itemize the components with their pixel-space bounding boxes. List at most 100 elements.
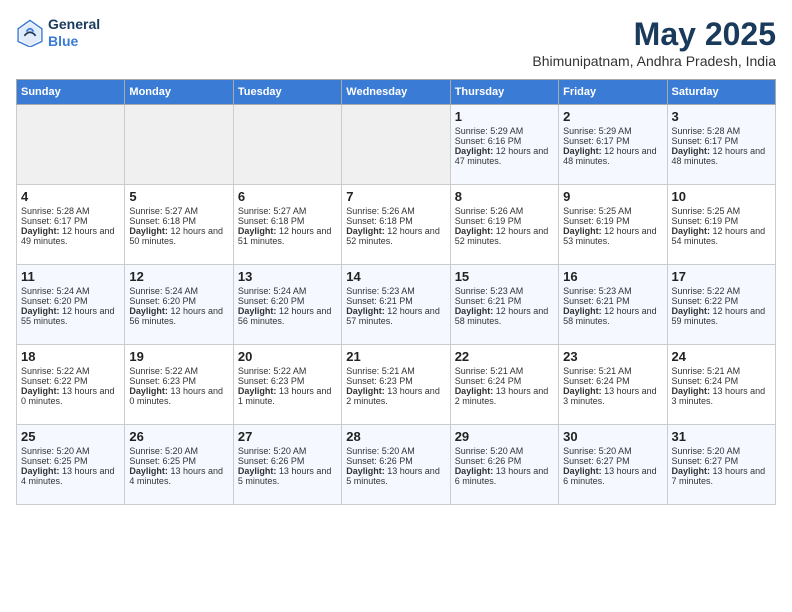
weekday-header-tuesday: Tuesday	[233, 80, 341, 105]
day-number: 10	[672, 189, 771, 204]
sunrise-text: Sunrise: 5:25 AM	[563, 206, 662, 216]
day-number: 22	[455, 349, 554, 364]
weekday-header-thursday: Thursday	[450, 80, 558, 105]
calendar-cell: 4 Sunrise: 5:28 AMSunset: 6:17 PMDaylight…	[17, 185, 125, 265]
day-number: 1	[455, 109, 554, 124]
sunrise-text: Sunrise: 5:20 AM	[21, 446, 120, 456]
sunrise-text: Sunrise: 5:25 AM	[672, 206, 771, 216]
calendar-cell: 2Sunrise: 5:29 AMSunset: 6:17 PMDaylight…	[559, 105, 667, 185]
calendar-cell	[17, 105, 125, 185]
day-number: 14	[346, 269, 445, 284]
sunset-text: Sunset: 6:17 PM	[672, 136, 771, 146]
weekday-header-wednesday: Wednesday	[342, 80, 450, 105]
day-number: 9	[563, 189, 662, 204]
daylight-text: Daylight: 13 hours and 4 minutes.	[129, 466, 228, 486]
sunset-text: Sunset: 6:19 PM	[672, 216, 771, 226]
daylight-text: Daylight: 13 hours and 7 minutes.	[672, 466, 771, 486]
day-number: 4	[21, 189, 120, 204]
daylight-text: Daylight: 12 hours and 56 minutes.	[238, 306, 337, 326]
sunset-text: Sunset: 6:26 PM	[346, 456, 445, 466]
logo-blue: Blue	[48, 33, 100, 50]
calendar-cell: 19 Sunrise: 5:22 AMSunset: 6:23 PMDayligh…	[125, 345, 233, 425]
calendar-cell: 3 Sunrise: 5:28 AMSunset: 6:17 PMDaylight…	[667, 105, 775, 185]
daylight-text: Daylight: 12 hours and 51 minutes.	[238, 226, 337, 246]
sunset-text: Sunset: 6:25 PM	[129, 456, 228, 466]
daylight-text: Daylight: 12 hours and 49 minutes.	[21, 226, 120, 246]
sunrise-text: Sunrise: 5:23 AM	[455, 286, 554, 296]
calendar-cell: 20Sunrise: 5:22 AMSunset: 6:23 PMDayligh…	[233, 345, 341, 425]
daylight-text: Daylight: 12 hours and 55 minutes.	[21, 306, 120, 326]
weekday-header-friday: Friday	[559, 80, 667, 105]
sunrise-text: Sunrise: 5:20 AM	[346, 446, 445, 456]
sunset-text: Sunset: 6:25 PM	[21, 456, 120, 466]
sunrise-text: Sunrise: 5:27 AM	[129, 206, 228, 216]
sunset-text: Sunset: 6:21 PM	[455, 296, 554, 306]
calendar-cell: 25Sunrise: 5:20 AMSunset: 6:25 PMDayligh…	[17, 425, 125, 505]
calendar-cell	[125, 105, 233, 185]
day-number: 28	[346, 429, 445, 444]
sunrise-text: Sunrise: 5:21 AM	[346, 366, 445, 376]
sunrise-text: Sunrise: 5:27 AM	[238, 206, 337, 216]
day-number: 26	[129, 429, 228, 444]
sunset-text: Sunset: 6:26 PM	[238, 456, 337, 466]
daylight-text: Daylight: 12 hours and 59 minutes.	[672, 306, 771, 326]
daylight-text: Daylight: 12 hours and 57 minutes.	[346, 306, 445, 326]
daylight-text: Daylight: 13 hours and 4 minutes.	[21, 466, 120, 486]
sunrise-text: Sunrise: 5:28 AM	[21, 206, 120, 216]
calendar-cell: 21Sunrise: 5:21 AMSunset: 6:23 PMDayligh…	[342, 345, 450, 425]
calendar-cell: 5Sunrise: 5:27 AMSunset: 6:18 PMDaylight…	[125, 185, 233, 265]
calendar-cell: 22Sunrise: 5:21 AMSunset: 6:24 PMDayligh…	[450, 345, 558, 425]
daylight-text: Daylight: 13 hours and 6 minutes.	[563, 466, 662, 486]
day-number: 23	[563, 349, 662, 364]
sunrise-text: Sunrise: 5:21 AM	[563, 366, 662, 376]
sunset-text: Sunset: 6:27 PM	[563, 456, 662, 466]
calendar-cell: 7Sunrise: 5:26 AMSunset: 6:18 PMDaylight…	[342, 185, 450, 265]
day-number: 3	[672, 109, 771, 124]
calendar-cell: 31Sunrise: 5:20 AMSunset: 6:27 PMDayligh…	[667, 425, 775, 505]
daylight-text: Daylight: 12 hours and 50 minutes.	[129, 226, 228, 246]
calendar-cell: 26Sunrise: 5:20 AMSunset: 6:25 PMDayligh…	[125, 425, 233, 505]
day-number: 5	[129, 189, 228, 204]
sunrise-text: Sunrise: 5:22 AM	[129, 366, 228, 376]
calendar-table: SundayMondayTuesdayWednesdayThursdayFrid…	[16, 79, 776, 505]
daylight-text: Daylight: 12 hours and 48 minutes.	[672, 146, 771, 166]
daylight-text: Daylight: 13 hours and 0 minutes.	[129, 386, 228, 406]
logo-text: General Blue	[48, 16, 100, 50]
calendar-cell: 30Sunrise: 5:20 AMSunset: 6:27 PMDayligh…	[559, 425, 667, 505]
daylight-text: Daylight: 12 hours and 47 minutes.	[455, 146, 554, 166]
sunrise-text: Sunrise: 5:22 AM	[21, 366, 120, 376]
daylight-text: Daylight: 13 hours and 3 minutes.	[672, 386, 771, 406]
sunrise-text: Sunrise: 5:24 AM	[129, 286, 228, 296]
calendar-cell: 18Sunrise: 5:22 AMSunset: 6:22 PMDayligh…	[17, 345, 125, 425]
sunrise-text: Sunrise: 5:28 AM	[672, 126, 771, 136]
calendar-cell: 14Sunrise: 5:23 AMSunset: 6:21 PMDayligh…	[342, 265, 450, 345]
day-number: 13	[238, 269, 337, 284]
logo-icon	[16, 19, 44, 47]
sunrise-text: Sunrise: 5:23 AM	[563, 286, 662, 296]
sunset-text: Sunset: 6:23 PM	[129, 376, 228, 386]
sunrise-text: Sunrise: 5:22 AM	[238, 366, 337, 376]
sunset-text: Sunset: 6:23 PM	[346, 376, 445, 386]
sunset-text: Sunset: 6:19 PM	[563, 216, 662, 226]
daylight-text: Daylight: 12 hours and 58 minutes.	[563, 306, 662, 326]
weekday-header-saturday: Saturday	[667, 80, 775, 105]
sunset-text: Sunset: 6:26 PM	[455, 456, 554, 466]
day-number: 17	[672, 269, 771, 284]
day-number: 19	[129, 349, 228, 364]
sunset-text: Sunset: 6:18 PM	[346, 216, 445, 226]
calendar-cell: 24Sunrise: 5:21 AMSunset: 6:24 PMDayligh…	[667, 345, 775, 425]
calendar-cell: 6Sunrise: 5:27 AMSunset: 6:18 PMDaylight…	[233, 185, 341, 265]
daylight-text: Daylight: 13 hours and 2 minutes.	[346, 386, 445, 406]
daylight-text: Daylight: 13 hours and 3 minutes.	[563, 386, 662, 406]
sunset-text: Sunset: 6:17 PM	[21, 216, 120, 226]
sunset-text: Sunset: 6:27 PM	[672, 456, 771, 466]
day-number: 8	[455, 189, 554, 204]
daylight-text: Daylight: 13 hours and 0 minutes.	[21, 386, 120, 406]
calendar-cell: 17Sunrise: 5:22 AMSunset: 6:22 PMDayligh…	[667, 265, 775, 345]
calendar-cell: 27Sunrise: 5:20 AMSunset: 6:26 PMDayligh…	[233, 425, 341, 505]
day-number: 18	[21, 349, 120, 364]
day-number: 6	[238, 189, 337, 204]
day-number: 27	[238, 429, 337, 444]
sunset-text: Sunset: 6:20 PM	[238, 296, 337, 306]
daylight-text: Daylight: 12 hours and 52 minutes.	[346, 226, 445, 246]
